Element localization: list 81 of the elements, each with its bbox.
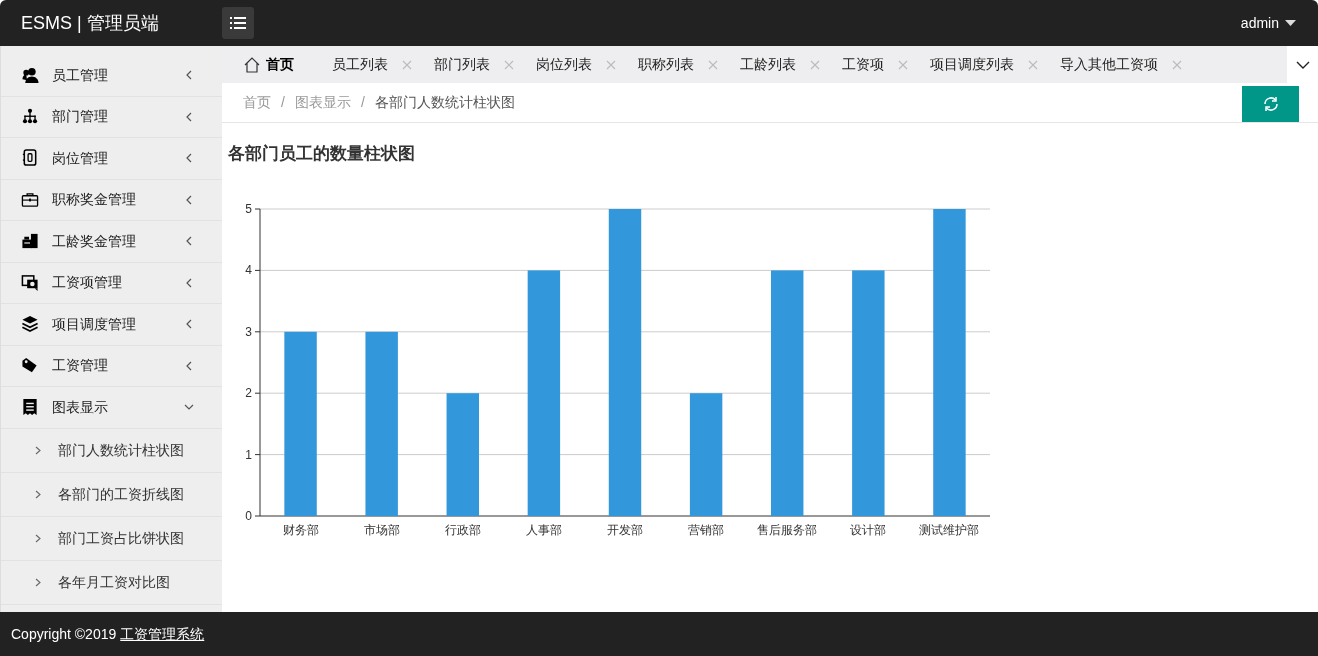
tab[interactable]: 导入其他工资项 bbox=[1060, 46, 1182, 83]
app-title: ESMS | 管理员端 bbox=[20, 11, 160, 35]
users-icon bbox=[21, 66, 39, 85]
chevron-right-icon bbox=[35, 489, 41, 499]
sitemap-icon bbox=[21, 107, 39, 126]
tab[interactable]: 工龄列表 bbox=[740, 46, 820, 83]
axis-tick-label: 4 bbox=[245, 262, 252, 277]
axis-category-label: 人事部 bbox=[525, 522, 562, 537]
footer-link[interactable]: 工资管理系统 bbox=[120, 623, 205, 645]
tab[interactable]: 首页 bbox=[244, 46, 294, 83]
close-icon bbox=[402, 59, 412, 70]
axis-category-label: 行政部 bbox=[444, 522, 481, 537]
axis-category-label: 市场部 bbox=[363, 522, 400, 537]
caret-icon bbox=[1285, 20, 1296, 26]
home-icon bbox=[244, 56, 260, 73]
axis-category-label: 售后服务部 bbox=[757, 522, 818, 537]
chevron-left-icon bbox=[184, 360, 194, 371]
tab-dropdown-button[interactable] bbox=[1287, 46, 1318, 83]
sidebar-menu-item[interactable]: 项目调度管理 bbox=[1, 304, 222, 346]
chevron-down-icon bbox=[1295, 60, 1310, 69]
close-icon bbox=[606, 59, 616, 70]
axis-category-label: 财务部 bbox=[282, 522, 319, 537]
chevron-right-icon bbox=[35, 533, 41, 543]
axis-tick-label: 0 bbox=[245, 508, 252, 523]
axis-category-label: 测试维护部 bbox=[919, 522, 980, 537]
menu-icon bbox=[230, 17, 246, 29]
sidebar-menu-item[interactable]: 员工管理 bbox=[1, 55, 222, 97]
axis-category-label: 设计部 bbox=[850, 522, 887, 537]
chevron-left-icon bbox=[184, 153, 194, 164]
tab[interactable]: 工资项 bbox=[842, 46, 908, 83]
breadcrumb-separator: / bbox=[281, 93, 285, 112]
tab[interactable]: 项目调度列表 bbox=[930, 46, 1038, 83]
id-badge-icon bbox=[21, 149, 39, 168]
submenu-item[interactable]: 各部门的工资折线图 bbox=[1, 472, 222, 517]
axis-category-label: 营销部 bbox=[688, 522, 725, 537]
user-menu[interactable]: admin bbox=[1240, 12, 1296, 34]
sidebar-menu-item[interactable]: 工资项管理 bbox=[1, 262, 222, 304]
tab[interactable]: 职称列表 bbox=[638, 46, 718, 83]
chevron-left-icon bbox=[184, 194, 194, 205]
close-icon bbox=[810, 59, 820, 70]
buildings-icon bbox=[21, 232, 39, 251]
submenu-item[interactable]: 部门人数统计柱状图 bbox=[1, 428, 222, 473]
axis-tick-label: 2 bbox=[245, 385, 252, 400]
axis-tick-label: 5 bbox=[245, 201, 252, 216]
tab[interactable]: 员工列表 bbox=[332, 46, 412, 83]
close-icon bbox=[1028, 59, 1038, 70]
menu-toggle-button[interactable] bbox=[222, 7, 254, 39]
axis-tick-label: 3 bbox=[245, 324, 252, 339]
sidebar-menu-item[interactable]: 部门管理 bbox=[1, 96, 222, 138]
close-icon bbox=[898, 59, 908, 70]
axis-category-label: 开发部 bbox=[607, 522, 643, 537]
chevron-left-icon bbox=[184, 111, 194, 122]
chevron-left-icon bbox=[184, 70, 194, 81]
refresh-button[interactable] bbox=[1242, 86, 1299, 122]
layers-icon bbox=[21, 315, 39, 334]
sidebar-menu-item[interactable]: 工资管理 bbox=[1, 345, 222, 387]
sidebar-menu-item[interactable]: 图表显示 bbox=[1, 387, 222, 429]
close-icon bbox=[1172, 59, 1182, 70]
chevron-right-icon bbox=[35, 577, 41, 587]
sidebar-menu-item[interactable]: 岗位管理 bbox=[1, 138, 222, 180]
refresh-icon bbox=[1262, 96, 1279, 112]
axis-tick-label: 1 bbox=[245, 447, 252, 462]
breadcrumb-separator: / bbox=[360, 93, 365, 112]
tab[interactable]: 部门列表 bbox=[434, 46, 514, 83]
submenu-item[interactable]: 各年月工资对比图 bbox=[1, 560, 222, 605]
receipt-icon bbox=[21, 398, 39, 417]
close-icon bbox=[708, 59, 718, 70]
chevron-right-icon bbox=[35, 445, 41, 455]
submenu-item[interactable]: 部门工资占比饼状图 bbox=[1, 516, 222, 561]
sidebar-menu-item[interactable]: 工龄奖金管理 bbox=[1, 221, 222, 263]
copyright-text: Copyright ©2019 bbox=[11, 624, 117, 644]
close-icon bbox=[504, 59, 514, 70]
tab[interactable]: 岗位列表 bbox=[536, 46, 616, 83]
chevron-left-icon bbox=[184, 277, 194, 288]
chevron-left-icon bbox=[184, 236, 194, 247]
chart-title: 各部门员工的数量柱状图 bbox=[227, 143, 416, 165]
breadcrumb-current: 各部门人数统计柱状图 bbox=[374, 93, 515, 112]
chevron-left-icon bbox=[184, 319, 194, 330]
sidebar-menu-item[interactable]: 职称奖金管理 bbox=[1, 179, 222, 221]
tags-icon bbox=[21, 356, 39, 375]
briefcase-icon bbox=[21, 190, 39, 209]
